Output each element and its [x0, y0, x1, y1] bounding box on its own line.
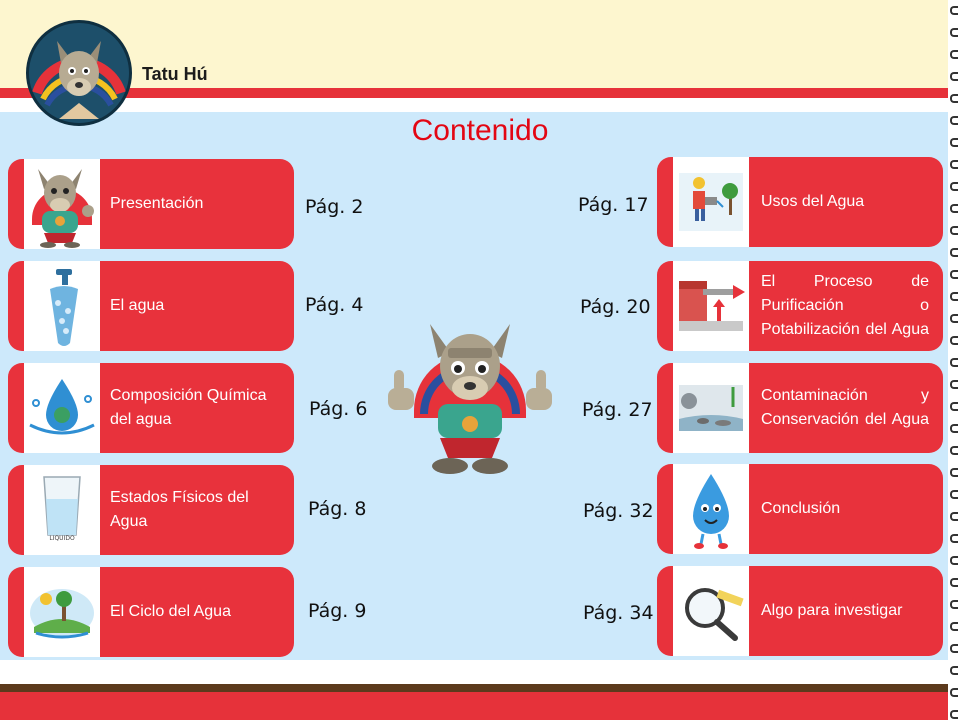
spiral-ring [950, 336, 958, 345]
page-number[interactable]: Pág. 17 [578, 194, 649, 216]
spiral-ring [950, 600, 958, 609]
toc-item-label: Algo para investigar [761, 602, 903, 619]
toc-item-composicion[interactable]: Composición Química del agua [8, 363, 294, 453]
toc-item-label: Contaminación y Conservación del Agua [761, 387, 929, 428]
water-faucet-icon [50, 269, 78, 346]
spiral-ring [950, 380, 958, 389]
water-drop-icon [29, 379, 95, 435]
toc-item-ciclo[interactable]: El Ciclo del Agua [8, 567, 294, 657]
magnifier-icon [685, 588, 744, 641]
mascot-icon [32, 169, 94, 248]
spiral-ring [950, 72, 958, 81]
mascot-logo-icon [32, 41, 126, 119]
spiral-ring [950, 468, 958, 477]
toc-item-label: Composición Química del agua [110, 387, 267, 428]
mascot-illustration [384, 318, 556, 480]
pollution-icon [679, 385, 743, 431]
spiral-ring [950, 182, 958, 191]
toc-item-contaminacion[interactable]: Contaminación y Conservación del Agua [657, 363, 943, 453]
page-number[interactable]: Pág. 27 [582, 399, 653, 421]
page-title: Contenido [411, 114, 549, 147]
spiral-ring [950, 446, 958, 455]
spiral-ring [950, 270, 958, 279]
toc-item-presentacion[interactable]: Presentación [8, 159, 294, 249]
spiral-ring [950, 226, 958, 235]
spiral-ring [950, 402, 958, 411]
page-number[interactable]: Pág. 2 [305, 196, 363, 218]
page-number[interactable]: Pág. 8 [308, 498, 366, 520]
spiral-ring [950, 556, 958, 565]
spiral-ring [950, 6, 958, 15]
spiral-ring [950, 424, 958, 433]
spiral-ring [950, 28, 958, 37]
toc-item-label: El agua [110, 297, 165, 314]
spiral-ring [950, 204, 958, 213]
spiral-ring [950, 490, 958, 499]
header-stripe [0, 88, 948, 98]
spiral-ring [950, 292, 958, 301]
spiral-ring [950, 50, 958, 59]
toc-item-label: El Proceso de Purificación o Potabilizac… [761, 273, 929, 338]
toc-item-label: Conclusión [761, 500, 841, 517]
spiral-ring [950, 358, 958, 367]
toc-item-conclusion[interactable]: Conclusión [657, 464, 943, 554]
toc-item-el-agua[interactable]: El agua [8, 261, 294, 351]
spiral-ring [950, 622, 958, 631]
glass-caption: LIQUIDO [49, 535, 75, 542]
spiral-ring [950, 314, 958, 323]
spiral-ring [950, 248, 958, 257]
spiral-ring [950, 710, 958, 719]
drop-character-icon [693, 474, 729, 549]
toc-item-label: Usos del Agua [761, 193, 865, 210]
footer-stripe [0, 684, 948, 692]
spiral-ring [950, 578, 958, 587]
toc-item-investigar[interactable]: Algo para investigar [657, 566, 943, 656]
spiral-ring [950, 534, 958, 543]
spiral-ring [950, 644, 958, 653]
toc-item-label: Presentación [110, 195, 204, 212]
page-number[interactable]: Pág. 4 [305, 294, 363, 316]
page-number[interactable]: Pág. 6 [309, 398, 367, 420]
spiral-binding [948, 0, 960, 720]
spiral-ring [950, 512, 958, 521]
purification-tank-icon [679, 281, 745, 331]
toc-item-usos[interactable]: Usos del Agua [657, 157, 943, 247]
footer-band [0, 692, 948, 720]
page-number[interactable]: Pág. 9 [308, 600, 366, 622]
spiral-ring [950, 688, 958, 697]
spiral-ring [950, 160, 958, 169]
page-number[interactable]: Pág. 34 [583, 602, 654, 624]
toc-item-label: El Ciclo del Agua [110, 603, 231, 620]
logo [26, 20, 132, 126]
toc-item-label: Estados Físicos del Agua [110, 489, 249, 530]
mascot-thumbs-up-icon [388, 324, 552, 474]
watering-icon [679, 173, 743, 231]
page-number[interactable]: Pág. 32 [583, 500, 654, 522]
water-cycle-icon [30, 589, 94, 639]
brand-title: Tatu Hú [142, 64, 208, 84]
spiral-ring [950, 94, 958, 103]
spiral-ring [950, 666, 958, 675]
toc-item-purificacion[interactable]: El Proceso de Purificación o Potabilizac… [657, 261, 943, 351]
toc-item-estados-fisicos[interactable]: LIQUIDO Estados Físicos del Agua [8, 465, 294, 555]
page-number[interactable]: Pág. 20 [580, 296, 651, 318]
